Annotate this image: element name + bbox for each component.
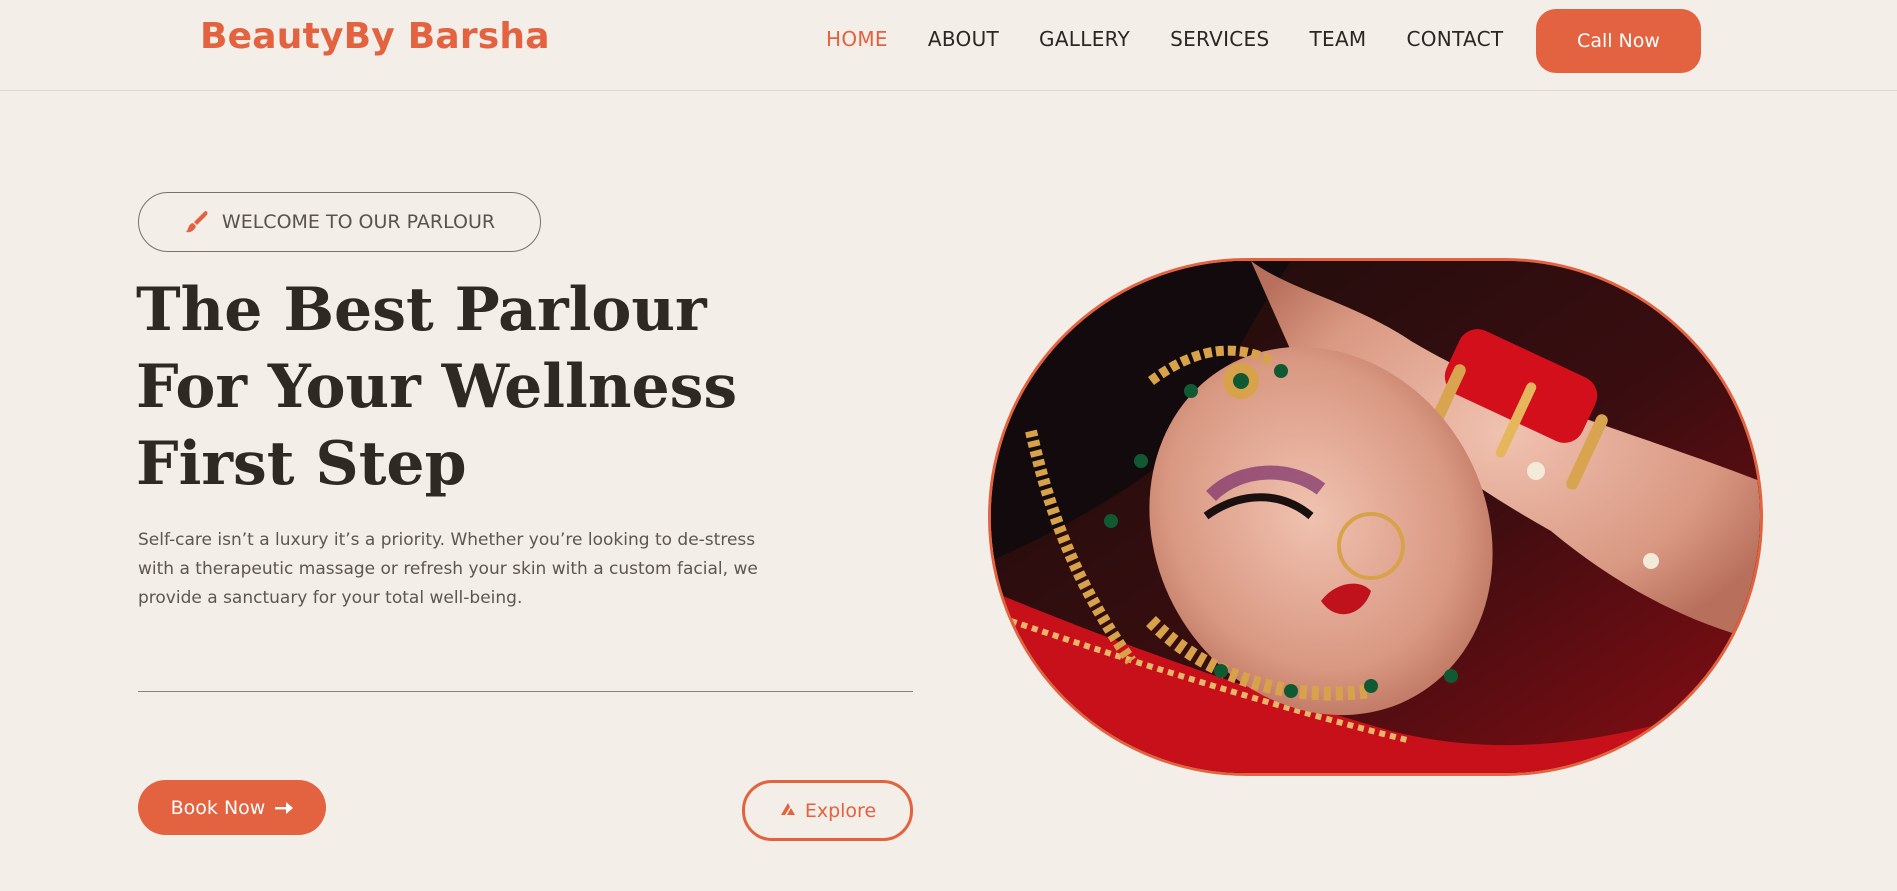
arrow-right-icon: [275, 797, 294, 819]
book-now-button[interactable]: Book Now: [138, 780, 326, 835]
site-header: BeautyBy Barsha HOME ABOUT GALLERY SERVI…: [0, 0, 1897, 91]
call-now-button[interactable]: Call Now: [1536, 9, 1701, 73]
bride-illustration: [991, 261, 1760, 773]
divider: [138, 691, 913, 692]
nav-item-contact[interactable]: CONTACT: [1407, 27, 1504, 51]
nav-item-services[interactable]: SERVICES: [1170, 27, 1269, 51]
hero-image: [988, 258, 1763, 776]
explore-icon: [779, 800, 797, 822]
brand-logo[interactable]: BeautyBy Barsha: [200, 16, 550, 57]
welcome-badge-text: WELCOME TO OUR PARLOUR: [221, 211, 496, 233]
explore-label: Explore: [804, 799, 877, 822]
main-nav: HOME ABOUT GALLERY SERVICES TEAM CONTACT: [826, 27, 1503, 51]
explore-button[interactable]: Explore: [742, 780, 913, 841]
nav-item-team[interactable]: TEAM: [1310, 27, 1367, 51]
nav-item-gallery[interactable]: GALLERY: [1039, 27, 1130, 51]
hero-description: Self-care isn’t a luxury it’s a priority…: [138, 530, 758, 608]
welcome-badge: WELCOME TO OUR PARLOUR: [138, 192, 541, 252]
nav-item-about[interactable]: ABOUT: [928, 27, 999, 51]
brush-icon: [184, 209, 210, 235]
nav-item-home[interactable]: HOME: [826, 27, 888, 51]
hero-title: The Best Parlour For Your Wellness First…: [136, 275, 738, 499]
book-now-label: Book Now: [170, 796, 266, 819]
